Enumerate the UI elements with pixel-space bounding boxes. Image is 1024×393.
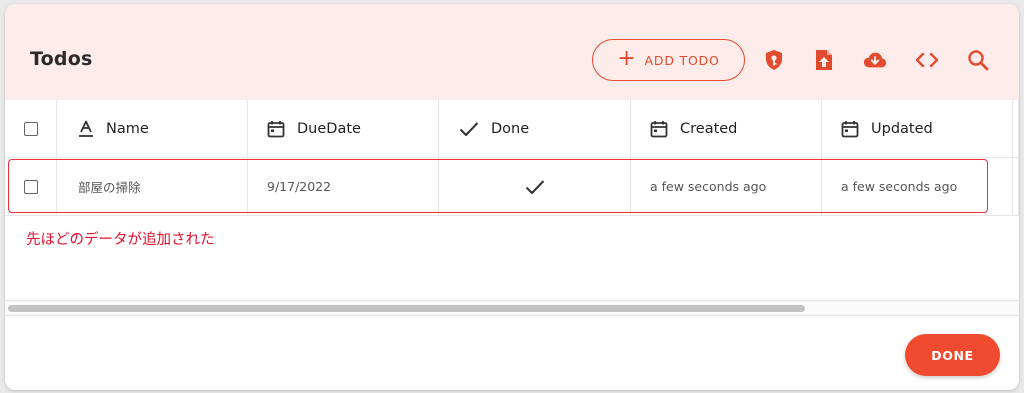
horizontal-scrollbar[interactable] (5, 300, 1019, 316)
check-icon (459, 121, 479, 136)
cloud-download-icon[interactable] (863, 48, 887, 72)
table-header-row: Name DueDate Done Created Updated (5, 100, 1019, 158)
todos-dialog: Todos + ADD TODO Name DueDate Done Creat… (5, 4, 1019, 390)
annotation-highlight-box (8, 159, 988, 213)
column-label: Created (680, 120, 738, 137)
calendar-icon (267, 120, 285, 137)
column-header-name[interactable]: Name (57, 100, 248, 157)
column-header-duedate[interactable]: DueDate (248, 100, 439, 157)
column-filler (1013, 100, 1019, 157)
done-button[interactable]: DONE (905, 334, 1000, 376)
column-label: DueDate (297, 120, 361, 137)
calendar-icon (650, 120, 668, 137)
plus-icon: + (617, 46, 637, 71)
shield-key-icon[interactable] (762, 48, 786, 72)
code-icon[interactable] (915, 48, 939, 72)
column-label: Done (491, 120, 530, 137)
dialog-title: Todos (30, 48, 93, 70)
column-header-updated[interactable]: Updated (822, 100, 1013, 157)
cell-filler (1013, 158, 1019, 215)
add-todo-label: ADD TODO (644, 52, 720, 68)
column-label: Updated (871, 120, 933, 137)
column-label: Name (106, 120, 149, 137)
add-todo-button[interactable]: + ADD TODO (592, 39, 745, 81)
search-icon[interactable] (966, 48, 990, 72)
annotation-note: 先ほどのデータが追加された (26, 232, 215, 248)
calendar-icon (841, 120, 859, 137)
column-header-done[interactable]: Done (439, 100, 631, 157)
select-all-cell (5, 100, 57, 157)
dialog-header: Todos + ADD TODO (5, 4, 1019, 100)
select-all-checkbox[interactable] (23, 121, 38, 136)
file-upload-icon[interactable] (812, 48, 836, 72)
column-header-created[interactable]: Created (631, 100, 822, 157)
scrollbar-thumb[interactable] (8, 305, 805, 312)
text-format-icon (79, 120, 93, 137)
